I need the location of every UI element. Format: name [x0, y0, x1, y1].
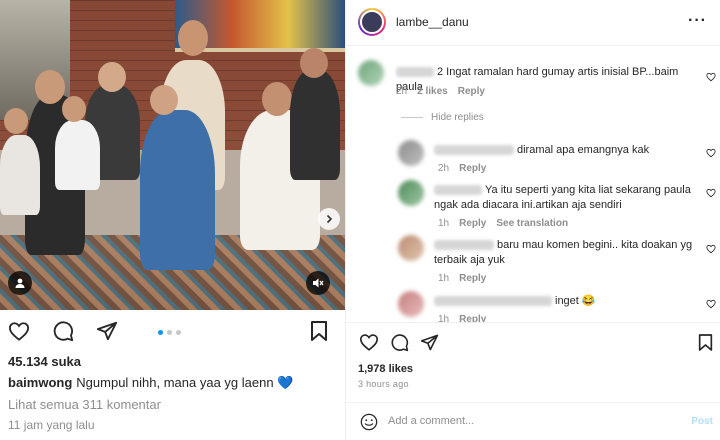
comment-avatar[interactable]	[398, 235, 424, 261]
photo-head	[150, 85, 178, 115]
comment-avatar[interactable]	[398, 180, 424, 206]
mute-icon[interactable]	[306, 271, 330, 295]
comment-time: 1h	[438, 314, 450, 322]
photo-head	[262, 82, 292, 116]
comment-meta: 2h 2 likes Reply	[396, 86, 495, 97]
photo-person	[140, 110, 215, 270]
comment-icon[interactable]	[50, 318, 76, 344]
comment-likes[interactable]: 2 likes	[417, 86, 448, 97]
comment-meta: 2h Reply	[438, 163, 496, 174]
photo-person	[55, 120, 100, 190]
reply-link[interactable]: Reply	[459, 314, 486, 322]
more-options-icon[interactable]: ···	[688, 12, 707, 30]
reply-link[interactable]: Reply	[459, 273, 486, 284]
comment-avatar[interactable]	[398, 291, 424, 317]
reply-link[interactable]: Reply	[459, 163, 486, 174]
chevron-right-icon[interactable]	[318, 208, 340, 230]
photo-head	[35, 70, 65, 104]
comment-heart-icon[interactable]	[706, 244, 716, 254]
see-translation-link[interactable]: See translation	[496, 218, 568, 229]
like-count[interactable]: 45.134 suka	[8, 354, 81, 369]
photo-person	[0, 135, 40, 215]
carousel-dot	[176, 330, 181, 335]
photo-head	[300, 48, 328, 78]
bookmark-icon[interactable]	[306, 318, 332, 344]
post-photo[interactable]	[0, 0, 345, 310]
carousel-dot	[158, 330, 163, 335]
caption-username[interactable]: baimwong	[8, 375, 72, 390]
comment-time: 1h	[438, 218, 450, 229]
blurred-username	[396, 67, 434, 78]
comment-text: inget 😂	[555, 295, 596, 307]
post-button[interactable]: Post	[691, 416, 713, 427]
comment-meta: 1h Reply See translation	[438, 218, 578, 229]
user-tag-icon[interactable]	[8, 271, 32, 295]
comment-time: 2h	[396, 86, 408, 97]
photo-head	[62, 96, 86, 122]
share-icon[interactable]	[94, 318, 120, 344]
comment-meta: 1h Reply	[438, 273, 496, 284]
carousel-dot	[167, 330, 172, 335]
list-item: Ya itu seperti yang kita liat sekarang p…	[434, 183, 699, 213]
avatar[interactable]	[358, 8, 386, 36]
comment-list: 2 Ingat ramalan hard gumay artis inisial…	[346, 46, 720, 322]
instagram-screenshot-composite: 45.134 suka baimwong Ngumpul nihh, mana y…	[0, 0, 720, 440]
comments-panel: lambe__danu ··· 2 Ingat ramalan hard gum…	[345, 0, 720, 440]
blurred-username	[434, 185, 482, 196]
reply-link[interactable]: Reply	[458, 86, 485, 97]
panel-header: lambe__danu ···	[346, 0, 720, 46]
blurred-username	[434, 296, 552, 307]
comment-heart-icon[interactable]	[706, 299, 716, 309]
comment-avatar[interactable]	[398, 140, 424, 166]
hide-replies-link[interactable]: Hide replies	[431, 112, 484, 123]
bookmark-icon[interactable]	[692, 329, 718, 355]
panel-timestamp: 3 hours ago	[358, 379, 409, 389]
caption-text: Ngumpul nihh, mana yaa yg laenn	[76, 375, 274, 390]
panel-like-count[interactable]: 1,978 likes	[358, 363, 413, 375]
comment-text: diramal apa emangnya kak	[517, 144, 650, 156]
blurred-username	[434, 145, 514, 156]
add-comment-input[interactable]	[388, 415, 678, 427]
post-caption: baimwong Ngumpul nihh, mana yaa yg laenn …	[8, 375, 293, 391]
share-icon[interactable]	[416, 329, 442, 355]
reply-link[interactable]: Reply	[459, 218, 486, 229]
blue-heart-emoji: 💙	[277, 375, 294, 390]
comment-heart-icon[interactable]	[706, 188, 716, 198]
comment-time: 2h	[438, 163, 450, 174]
comment-heart-icon[interactable]	[706, 148, 716, 158]
list-item: baru mau komen begini.. kita doakan yg t…	[434, 238, 699, 268]
comment-icon[interactable]	[386, 329, 412, 355]
comment-meta: 1h Reply	[438, 314, 496, 322]
divider-line	[401, 117, 423, 118]
heart-icon[interactable]	[356, 329, 382, 355]
photo-head	[98, 62, 126, 92]
list-item: diramal apa emangnya kak	[434, 143, 699, 158]
panel-username[interactable]: lambe__danu	[396, 15, 469, 29]
comment-avatar[interactable]	[358, 60, 384, 86]
blurred-username	[434, 240, 494, 251]
panel-action-bar	[346, 322, 720, 358]
emoji-icon[interactable]	[360, 413, 378, 431]
post-timestamp: 11 jam yang lalu	[8, 418, 95, 432]
add-comment-bar: Post	[346, 402, 720, 440]
comment-time: 1h	[438, 273, 450, 284]
comment-heart-icon[interactable]	[706, 72, 716, 82]
post-card: 45.134 suka baimwong Ngumpul nihh, mana y…	[0, 0, 345, 440]
photo-head	[178, 20, 208, 56]
carousel-indicator	[158, 330, 181, 335]
view-all-comments-link[interactable]: Lihat semua 311 komentar	[8, 397, 161, 412]
list-item: inget 😂	[434, 294, 699, 309]
photo-person	[290, 70, 340, 180]
photo-head	[4, 108, 28, 134]
heart-icon[interactable]	[6, 318, 32, 344]
